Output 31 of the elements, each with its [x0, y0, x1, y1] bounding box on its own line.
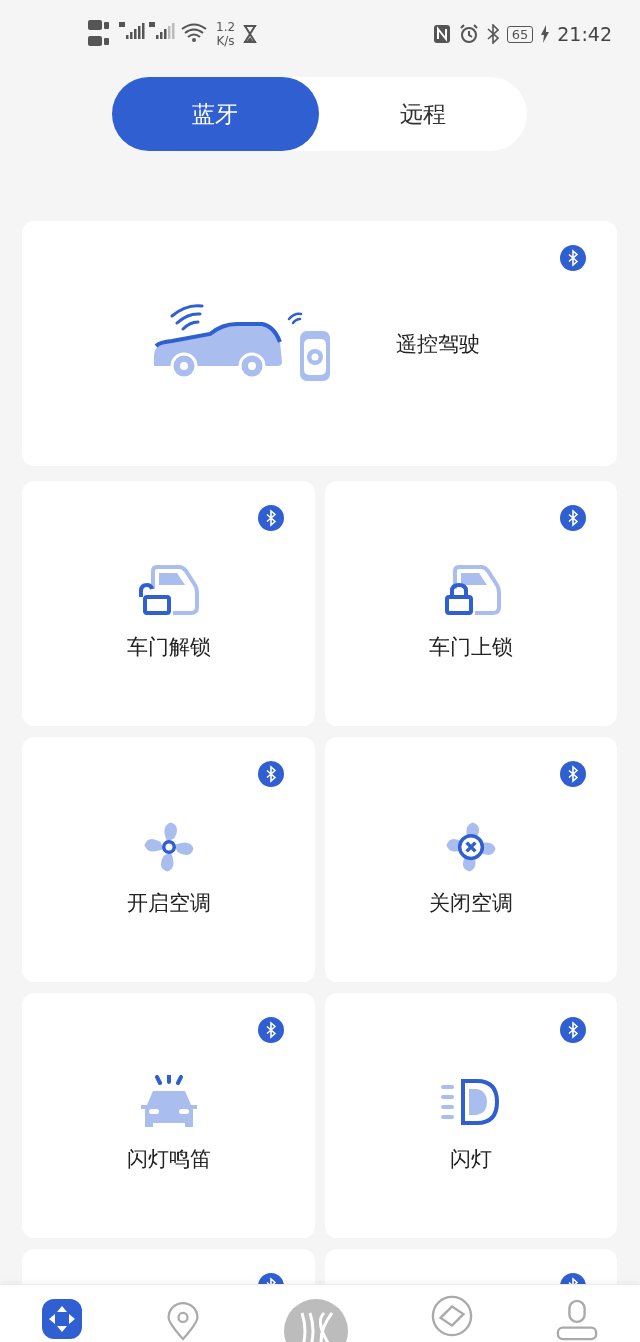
network-speed-value: 1.2	[216, 20, 236, 34]
mode-tab[interactable]: 蓝牙	[111, 77, 319, 151]
battery-indicator: 65	[506, 25, 534, 43]
control-tile[interactable]: 关闭空调	[325, 737, 617, 982]
logo-icon[interactable]	[283, 1299, 348, 1342]
charging-bolt-icon	[541, 25, 550, 43]
location-pin-icon[interactable]	[164, 1299, 201, 1342]
bluetooth-icon	[486, 24, 499, 44]
network-speed-unit: K/s	[216, 34, 235, 48]
control-tile[interactable]: 闪灯	[325, 993, 617, 1238]
control-tile[interactable]: 车门上锁	[325, 481, 617, 726]
control-tile[interactable]: 闪灯鸣笛	[22, 993, 315, 1238]
control-tile[interactable]	[325, 1249, 617, 1284]
mode-tab[interactable]: 远程	[319, 77, 527, 151]
tile-label: 开启空调	[126, 890, 211, 917]
hourglass-icon	[243, 25, 258, 43]
direction-pad-icon[interactable]	[41, 1299, 82, 1342]
person-icon[interactable]	[556, 1299, 599, 1342]
remote-driving-card[interactable]: 遥控驾驶	[22, 221, 617, 466]
remote-driving-label: 遥控驾驶	[395, 330, 480, 358]
tile-label: 闪灯	[450, 1146, 492, 1173]
control-tile[interactable]	[22, 1249, 315, 1284]
tile-label: 关闭空调	[429, 890, 513, 917]
control-tile[interactable]: 车门解锁	[22, 481, 315, 726]
nfc-icon	[432, 24, 451, 44]
clock-time: 21:42	[557, 23, 612, 45]
alarm-clock-icon	[458, 24, 479, 44]
control-tile[interactable]: 开启空调	[22, 737, 315, 982]
tile-label: 车门解锁	[126, 634, 211, 661]
tile-label: 闪灯鸣笛	[126, 1146, 211, 1173]
tile-label: 车门上锁	[429, 634, 513, 661]
